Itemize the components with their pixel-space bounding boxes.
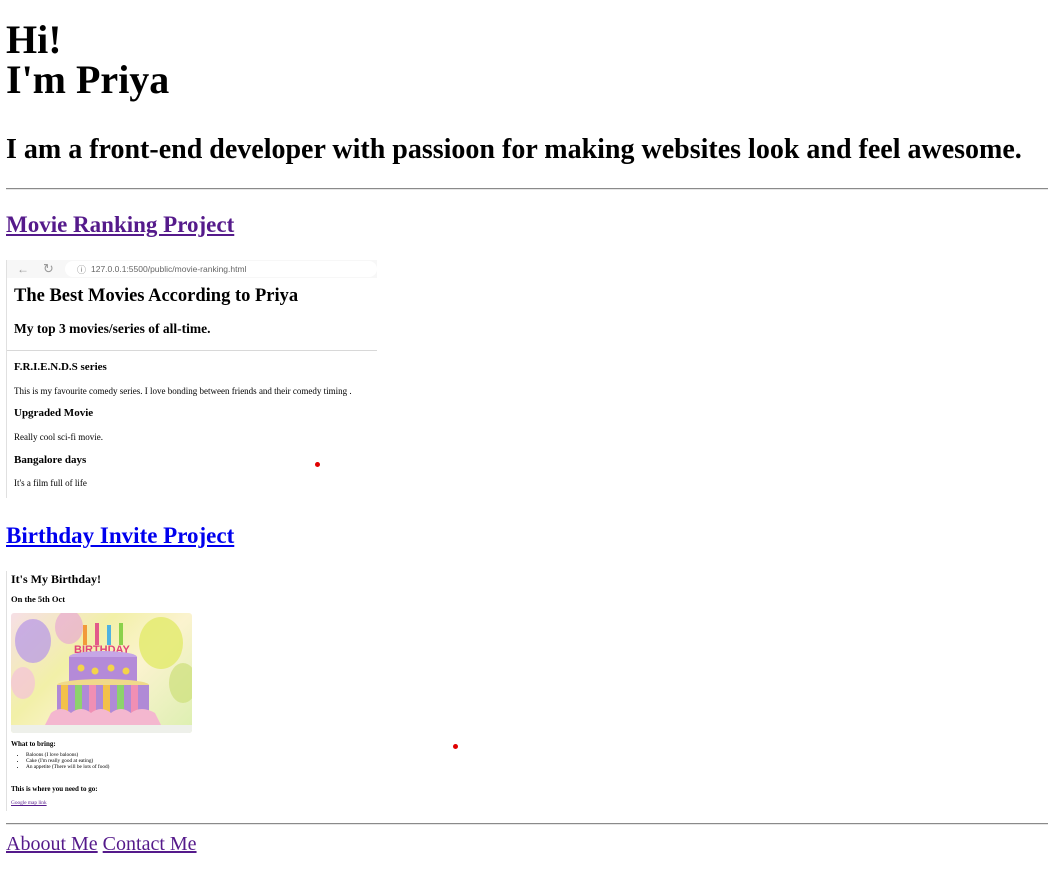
list-item: An appetite (There will be lots of food) xyxy=(26,764,109,770)
footer-nav: Aboout Me Contact Me xyxy=(6,833,197,856)
marker-dot xyxy=(453,744,458,749)
birthday-heading: It's My Birthday! xyxy=(11,572,101,586)
movie-item-desc: Really cool sci-fi movie. xyxy=(14,432,103,442)
reload-icon: ↻ xyxy=(43,261,54,276)
birthday-invite-project-link[interactable]: Birthday Invite Project xyxy=(6,523,234,549)
greeting-line-1: Hi! xyxy=(6,17,62,62)
contact-me-link[interactable]: Contact Me xyxy=(103,833,197,855)
tagline: I am a front-end developer with passioon… xyxy=(6,134,1022,165)
back-arrow-icon: ← xyxy=(17,262,29,276)
greeting-line-2: I'm Priya xyxy=(6,57,170,102)
address-bar: 127.0.0.1:5500/public/movie-ranking.html xyxy=(65,261,377,277)
movie-item-desc: It's a film full of life xyxy=(14,478,87,488)
movie-item-title: Bangalore days xyxy=(14,454,87,466)
where-to-go-heading: This is where you need to go: xyxy=(11,785,98,793)
greeting-heading: Hi! I'm Priya xyxy=(6,20,169,100)
bottom-divider xyxy=(6,823,1048,825)
movie-page-subtitle: My top 3 movies/series of all-time. xyxy=(14,321,211,336)
top-divider xyxy=(6,188,1048,190)
birthday-cake-image: BIRTHDAY xyxy=(11,613,192,733)
movie-item-title: Upgraded Movie xyxy=(14,407,94,419)
what-to-bring-heading: What to bring: xyxy=(11,740,56,748)
birthday-invite-screenshot: It's My Birthday! On the 5th Oct BIRTHDA… xyxy=(6,571,197,811)
movie-item-desc: This is my favourite comedy series. I lo… xyxy=(14,386,352,396)
movie-page-divider xyxy=(7,350,377,351)
google-map-link: Google map link xyxy=(11,800,47,806)
bring-list: Baloons (I love baloons) Cake (I'm reall… xyxy=(11,752,109,770)
marker-dot xyxy=(315,462,320,467)
movie-ranking-screenshot: ← ↻ 127.0.0.1:5500/public/movie-ranking.… xyxy=(6,260,377,498)
info-icon: ⓘ xyxy=(77,265,87,275)
browser-bar: ← ↻ 127.0.0.1:5500/public/movie-ranking.… xyxy=(7,260,377,278)
movie-page-title: The Best Movies According to Priya xyxy=(14,286,299,306)
movie-item-title: F.R.I.E.N.D.S series xyxy=(14,361,107,373)
about-me-link[interactable]: Aboout Me xyxy=(6,833,98,855)
movie-ranking-project-link[interactable]: Movie Ranking Project xyxy=(6,212,234,238)
birthday-date: On the 5th Oct xyxy=(11,594,66,604)
